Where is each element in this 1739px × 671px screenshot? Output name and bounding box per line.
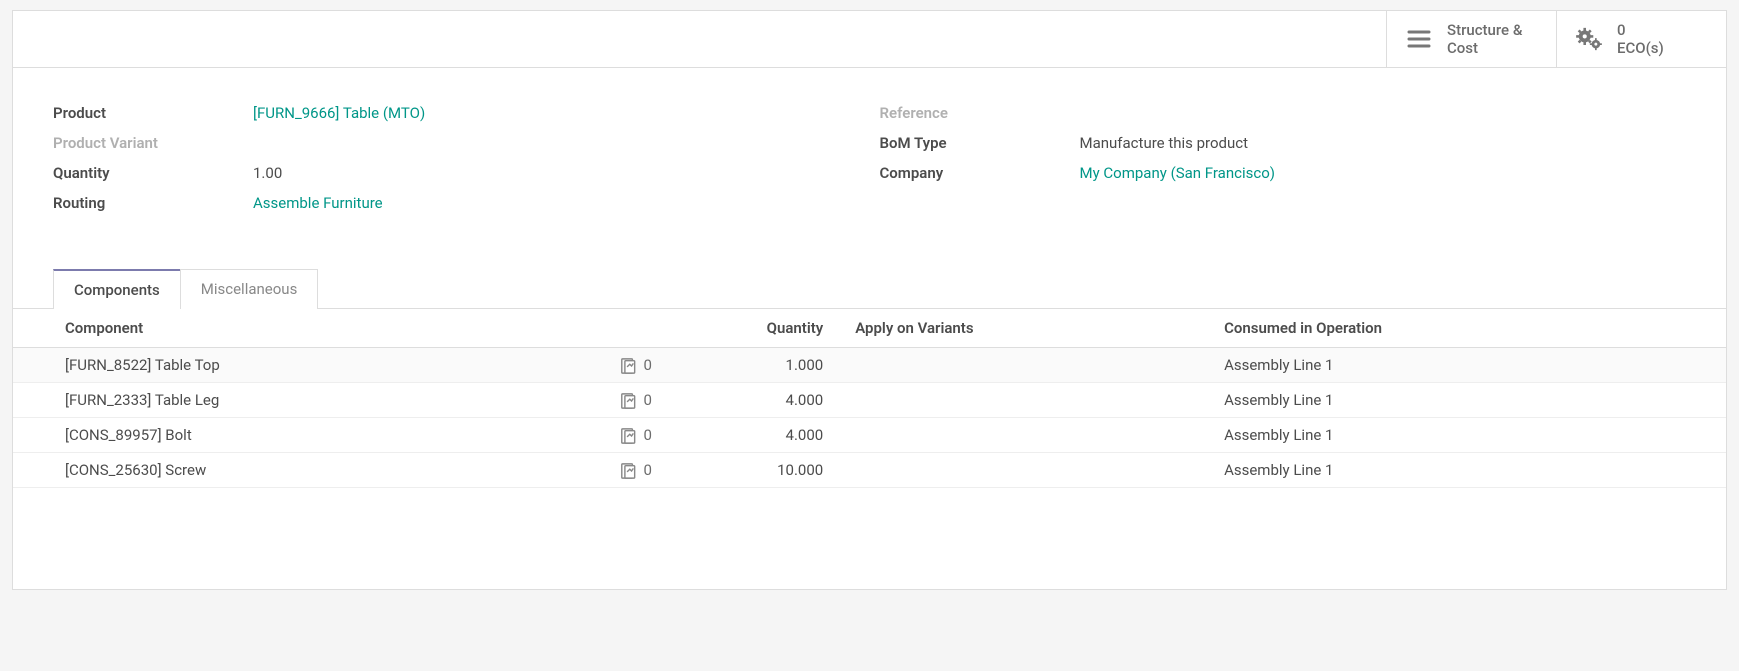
product-label: Product [53,104,253,122]
quantity-value: 1.00 [253,164,282,182]
forecast-icon [619,463,637,479]
table-row[interactable]: [FURN_2333] Table Leg04.000 Assembly Line… [13,383,1726,418]
stat-button-box: Structure & Cost [13,11,1726,68]
components-table-wrap: Component Quantity Apply on Variants Con… [13,309,1726,488]
tab-miscellaneous[interactable]: Miscellaneous [180,269,319,309]
cell-consumed: Assembly Line 1 [1212,418,1726,453]
forecast-icon [619,428,637,444]
cell-variants [835,418,1212,453]
table-row[interactable]: [CONS_89957] Bolt04.000 Assembly Line 1 [13,418,1726,453]
cell-variants [835,348,1212,383]
th-consumed: Consumed in Operation [1212,309,1726,348]
routing-value[interactable]: Assemble Furniture [253,194,383,212]
company-value[interactable]: My Company (San Francisco) [1080,164,1275,182]
structure-button-line2: Cost [1447,39,1522,57]
cell-consumed: Assembly Line 1 [1212,453,1726,488]
structure-cost-button[interactable]: Structure & Cost [1386,11,1556,67]
cell-variants [835,383,1212,418]
tab-components[interactable]: Components [53,269,181,309]
cell-forecast[interactable]: 0 [561,418,664,453]
structure-button-line1: Structure & [1447,21,1522,39]
bomtype-label: BoM Type [880,134,1080,152]
cell-variants [835,453,1212,488]
form-body: Product [FURN_9666] Table (MTO) Product … [13,68,1726,228]
product-value[interactable]: [FURN_9666] Table (MTO) [253,104,425,122]
eco-button-count: 0 [1617,21,1664,39]
eco-button[interactable]: 0 ECO(s) [1556,11,1726,67]
cell-quantity: 4.000 [664,418,835,453]
gears-icon [1575,25,1603,53]
th-variants: Apply on Variants [835,309,1212,348]
cell-component: [CONS_25630] Screw [13,453,561,488]
right-column: Reference BoM Type Manufacture this prod… [880,98,1687,218]
company-label: Company [880,164,1080,182]
forecast-icon [619,358,637,374]
product-variant-label: Product Variant [53,134,253,152]
cell-forecast[interactable]: 0 [561,383,664,418]
cell-forecast[interactable]: 0 [561,453,664,488]
left-column: Product [FURN_9666] Table (MTO) Product … [53,98,860,218]
cell-component: [FURN_2333] Table Leg [13,383,561,418]
cell-quantity: 1.000 [664,348,835,383]
cell-consumed: Assembly Line 1 [1212,383,1726,418]
cell-forecast[interactable]: 0 [561,348,664,383]
cell-component: [CONS_89957] Bolt [13,418,561,453]
list-icon [1405,25,1433,53]
components-table: Component Quantity Apply on Variants Con… [13,309,1726,488]
bomtype-value: Manufacture this product [1080,134,1249,152]
forecast-icon [619,393,637,409]
cell-quantity: 10.000 [664,453,835,488]
cell-quantity: 4.000 [664,383,835,418]
form-sheet: Structure & Cost [12,10,1727,590]
th-quantity: Quantity [664,309,835,348]
table-row[interactable]: [CONS_25630] Screw010.000 Assembly Line 1 [13,453,1726,488]
cell-consumed: Assembly Line 1 [1212,348,1726,383]
reference-label: Reference [880,104,1080,122]
table-row[interactable]: [FURN_8522] Table Top01.000 Assembly Line… [13,348,1726,383]
quantity-label: Quantity [53,164,253,182]
eco-button-label: ECO(s) [1617,39,1664,57]
tabs: Components Miscellaneous [13,268,1726,309]
cell-component: [FURN_8522] Table Top [13,348,561,383]
routing-label: Routing [53,194,253,212]
th-component: Component [13,309,561,348]
